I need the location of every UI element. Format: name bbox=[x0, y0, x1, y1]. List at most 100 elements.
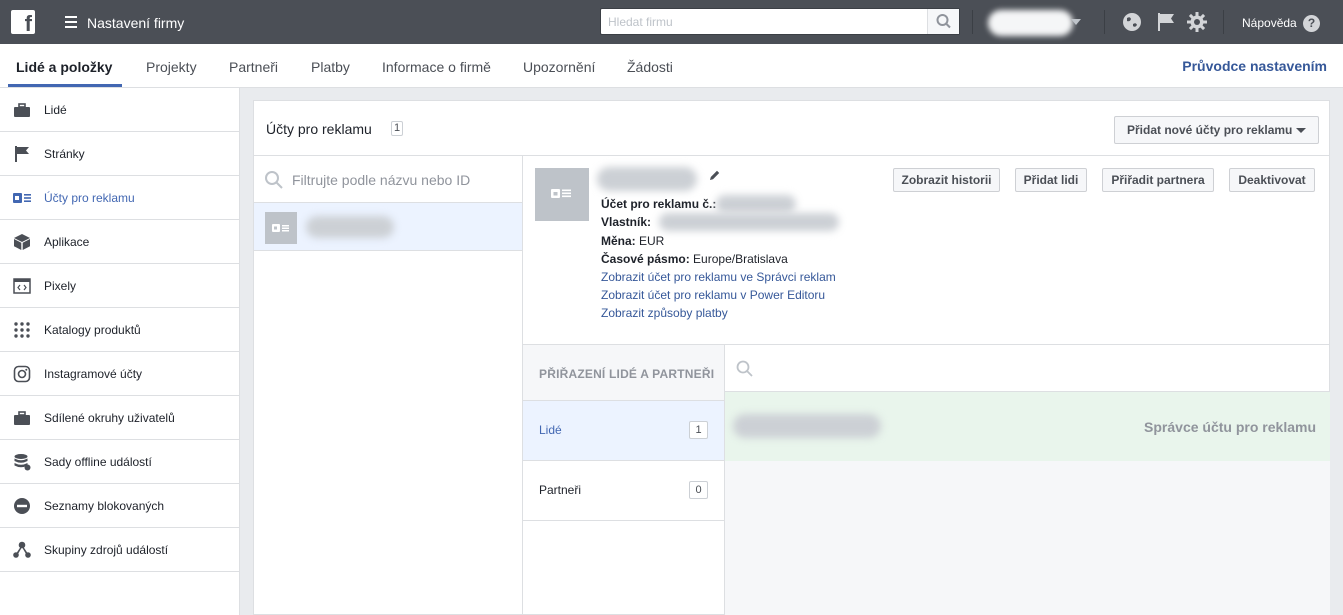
person-role: Správce účtu pro reklamu bbox=[1144, 419, 1316, 435]
search-icon bbox=[736, 360, 753, 377]
view-in-ads-manager-link[interactable]: Zobrazit účet pro reklamu ve Správci rek… bbox=[601, 270, 836, 284]
assigned-people-partners-heading: PŘIŘAZENÍ LIDÉ A PARTNEŘI bbox=[523, 345, 724, 401]
empty-area bbox=[725, 461, 1330, 615]
caret-down-icon[interactable] bbox=[1071, 19, 1081, 25]
business-search bbox=[600, 8, 960, 35]
sidebar-item-label: Stránky bbox=[44, 147, 85, 161]
sidebar-item-label: Skupiny zdrojů událostí bbox=[44, 543, 169, 557]
pencil-edit-icon[interactable] bbox=[708, 169, 721, 182]
assigned-people-label: Lidé bbox=[539, 423, 562, 437]
ad-account-number: Účet pro reklamu č.: bbox=[601, 197, 717, 211]
block-icon bbox=[14, 498, 30, 514]
search-icon bbox=[936, 14, 951, 29]
gear-icon[interactable] bbox=[1187, 12, 1207, 32]
instagram-icon bbox=[13, 365, 31, 383]
sidebar-item-shared-audiences[interactable]: Sdílené okruhy uživatelů bbox=[0, 396, 239, 440]
sidebar-item-label: Sdílené okruhy uživatelů bbox=[44, 411, 175, 425]
network-icon bbox=[13, 541, 31, 558]
hamburger-menu-icon[interactable] bbox=[65, 16, 77, 28]
ad-account-icon bbox=[13, 193, 31, 203]
add-people-button[interactable]: Přidat lidi bbox=[1015, 168, 1087, 192]
view-history-button[interactable]: Zobrazit historii bbox=[893, 168, 1000, 192]
sidebar-item-label: Aplikace bbox=[44, 235, 90, 249]
sidebar-item-label: Účty pro reklamu bbox=[44, 191, 135, 205]
divider bbox=[1223, 10, 1224, 34]
redacted-account-number bbox=[716, 195, 796, 213]
ad-account-timezone: Časové pásmo: Europe/Bratislava bbox=[601, 252, 788, 266]
sidebar-item-label: Pixely bbox=[44, 279, 77, 293]
ad-account-icon bbox=[551, 189, 571, 198]
globe-icon[interactable] bbox=[1122, 12, 1142, 32]
view-payment-methods-link[interactable]: Zobrazit způsoby platby bbox=[601, 306, 728, 320]
cube-icon bbox=[14, 234, 30, 250]
sidebar-item-pixels[interactable]: Pixely bbox=[0, 264, 239, 308]
tab-business-info[interactable]: Informace o firmě bbox=[382, 59, 491, 75]
redacted-account-name bbox=[597, 167, 697, 191]
briefcase-icon bbox=[14, 103, 30, 117]
sidebar-item-label: Sady offline událostí bbox=[44, 455, 152, 469]
code-icon bbox=[13, 278, 31, 294]
tab-projects[interactable]: Projekty bbox=[146, 59, 197, 75]
help-link[interactable]: Nápověda bbox=[1242, 16, 1297, 30]
add-ad-accounts-label: Přidat nové účty pro reklamu bbox=[1127, 123, 1293, 137]
search-button[interactable] bbox=[927, 9, 959, 34]
title-count-badge: 1 bbox=[391, 121, 403, 136]
sidebar-item-label: Instagramové účty bbox=[44, 367, 143, 381]
ad-account-currency: Měna: EUR bbox=[601, 234, 665, 248]
sidebar-item-event-source-groups[interactable]: Skupiny zdrojů událostí bbox=[0, 528, 239, 572]
redacted-person-name bbox=[733, 414, 881, 438]
sidebar-item-ad-accounts[interactable]: Účty pro reklamu bbox=[0, 176, 239, 220]
help-question-icon[interactable]: ? bbox=[1303, 15, 1320, 32]
sidebar-item-pages[interactable]: Stránky bbox=[0, 132, 239, 176]
partners-count-badge: 0 bbox=[689, 481, 708, 499]
database-icon bbox=[14, 454, 31, 471]
sidebar-item-apps[interactable]: Aplikace bbox=[0, 220, 239, 264]
assign-partner-button[interactable]: Přiřadit partnera bbox=[1102, 168, 1214, 192]
section-tabs: Lidé a položky Projekty Partneři Platby … bbox=[0, 44, 1343, 88]
divider bbox=[972, 10, 973, 34]
ad-accounts-panel: Účty pro reklamu 1 Přidat nové účty pro … bbox=[253, 100, 1330, 615]
add-ad-accounts-button[interactable]: Přidat nové účty pro reklamu bbox=[1114, 116, 1319, 144]
tab-requests[interactable]: Žádosti bbox=[627, 59, 673, 75]
chevron-down-icon bbox=[1296, 128, 1306, 133]
sidebar-item-label: Lidé bbox=[44, 103, 67, 117]
ad-account-owner: Vlastník: bbox=[601, 215, 652, 229]
people-search-input[interactable] bbox=[761, 355, 1311, 381]
ad-account-thumbnail bbox=[265, 212, 297, 244]
top-bar: f Nastavení firmy Nápověda ? bbox=[0, 0, 1343, 44]
assigned-people-tab[interactable]: Lidé 1 bbox=[523, 401, 724, 461]
redacted-owner bbox=[659, 213, 839, 231]
ad-account-icon bbox=[272, 224, 289, 232]
assigned-person-row[interactable]: Správce účtu pro reklamu bbox=[725, 392, 1330, 461]
grid-icon bbox=[14, 322, 30, 338]
sidebar-item-product-catalogs[interactable]: Katalogy produktů bbox=[0, 308, 239, 352]
tab-notifications[interactable]: Upozornění bbox=[523, 59, 595, 75]
facebook-logo-icon[interactable]: f bbox=[11, 10, 35, 36]
tab-partners[interactable]: Partneři bbox=[229, 59, 278, 75]
sidebar-item-people[interactable]: Lidé bbox=[0, 88, 239, 132]
sidebar: Lidé Stránky Účty pro reklamu Aplikace P… bbox=[0, 88, 240, 615]
sidebar-item-label: Seznamy blokovaných bbox=[44, 499, 165, 513]
sidebar-item-instagram-accounts[interactable]: Instagramové účty bbox=[0, 352, 239, 396]
sidebar-item-block-lists[interactable]: Seznamy blokovaných bbox=[0, 484, 239, 528]
sidebar-item-label: Katalogy produktů bbox=[44, 323, 141, 337]
account-filter-input[interactable] bbox=[292, 167, 512, 193]
tab-payments[interactable]: Platby bbox=[311, 59, 350, 75]
flag-icon[interactable] bbox=[1156, 12, 1176, 32]
assigned-partners-tab[interactable]: Partneři 0 bbox=[523, 461, 724, 521]
divider bbox=[254, 155, 1329, 156]
ad-account-list-item[interactable] bbox=[254, 203, 522, 251]
people-search bbox=[725, 345, 1330, 392]
ad-account-thumbnail-large bbox=[535, 168, 589, 221]
sidebar-item-offline-event-sets[interactable]: Sady offline událostí bbox=[0, 440, 239, 484]
tab-people-and-assets[interactable]: Lidé a položky bbox=[16, 59, 112, 75]
assigned-partners-label: Partneři bbox=[539, 483, 582, 497]
account-filter bbox=[254, 157, 522, 203]
divider bbox=[1104, 10, 1105, 34]
app-title[interactable]: Nastavení firmy bbox=[87, 15, 184, 31]
deactivate-button[interactable]: Deaktivovat bbox=[1229, 168, 1315, 192]
view-in-power-editor-link[interactable]: Zobrazit účet pro reklamu v Power Editor… bbox=[601, 288, 825, 302]
business-search-input[interactable] bbox=[601, 9, 928, 34]
setup-guide-link[interactable]: Průvodce nastavením bbox=[1182, 58, 1327, 74]
account-switcher[interactable] bbox=[988, 10, 1073, 36]
